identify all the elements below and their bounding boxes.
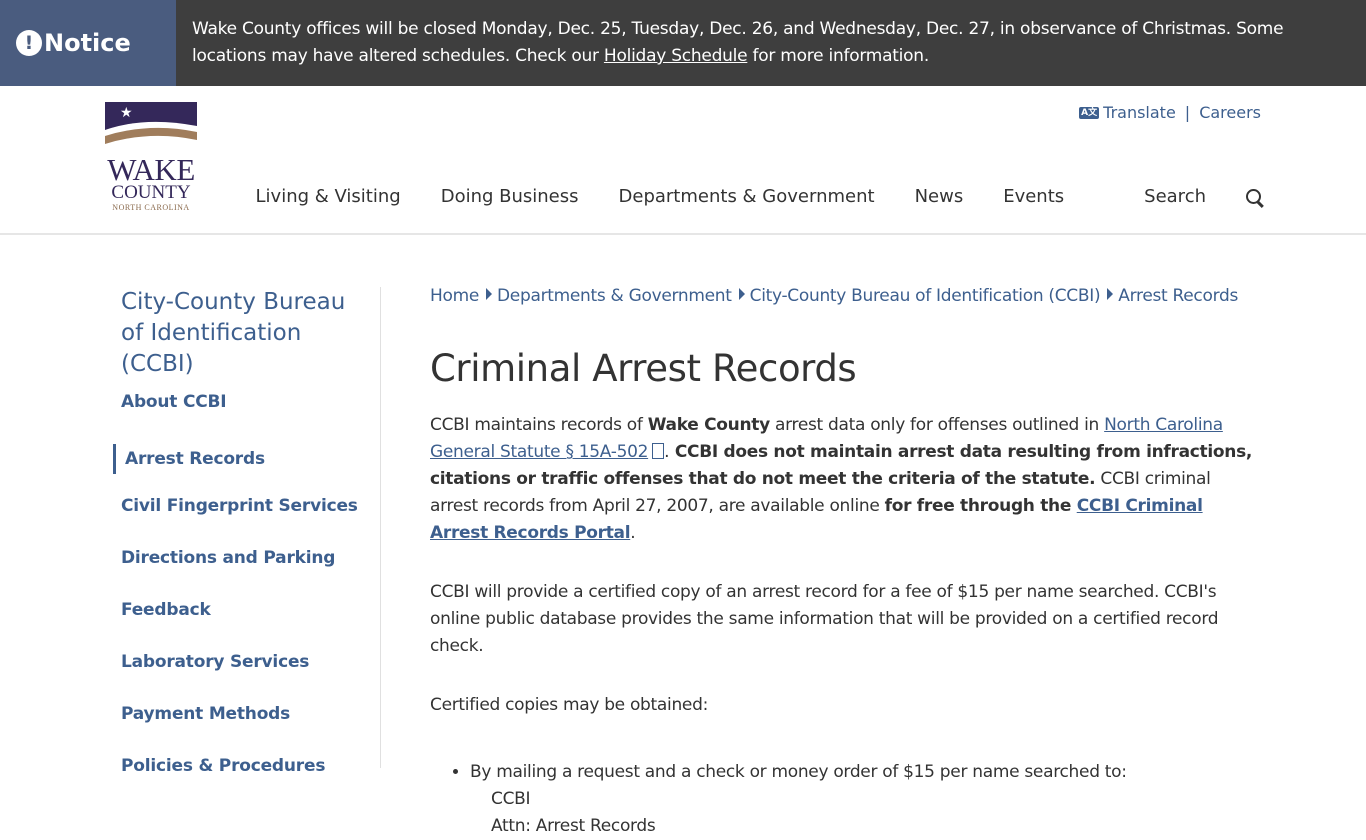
certified-copy-paragraph: CCBI will provide a certified copy of an… [430, 582, 1219, 656]
holiday-schedule-link[interactable]: Holiday Schedule [604, 46, 748, 66]
notice-label-text: Notice [44, 29, 131, 57]
logo-emblem: ★ [105, 102, 197, 148]
nav-living-visiting[interactable]: Living & Visiting [256, 186, 401, 207]
nav-doing-business[interactable]: Doing Business [441, 186, 579, 207]
pdf-icon [652, 443, 665, 459]
notice-text-after: for more information. [747, 46, 929, 66]
exclamation-icon: ! [16, 30, 42, 56]
address-line-1: CCBI [491, 789, 531, 809]
sidebar-item-policies-procedures[interactable]: Policies & Procedures [121, 756, 361, 808]
breadcrumb-home[interactable]: Home [430, 286, 479, 306]
careers-link[interactable]: Careers [1199, 103, 1261, 122]
certified-copies-intro: Certified copies may be obtained: [430, 695, 708, 715]
p1-text-2: arrest data only for offenses outlined i… [769, 415, 1105, 435]
address-line-2: Attn: Arrest Records [491, 816, 656, 836]
notice-text: Wake County offices will be closed Monda… [176, 0, 1366, 86]
notice-banner: ! Notice Wake County offices will be clo… [0, 0, 1366, 86]
sidebar-divider [380, 287, 381, 768]
main-nav: Living & Visiting Doing Business Departm… [216, 186, 1261, 207]
page-title: Criminal Arrest Records [430, 347, 857, 390]
nav-search-button[interactable]: Search [1104, 186, 1261, 207]
logo-north-carolina: NORTH CAROLINA [112, 203, 190, 212]
p1-bold-1: Wake County [647, 415, 770, 435]
p1-text-1: CCBI maintains records of [430, 415, 648, 435]
sidebar-item-feedback[interactable]: Feedback [121, 600, 361, 652]
main-content: Home Departments & Government City-County … [430, 286, 1260, 840]
translate-icon: A文 [1079, 106, 1100, 119]
sidebar-title[interactable]: City-County Bureau of Identification (CC… [121, 287, 361, 380]
nav-departments-government[interactable]: Departments & Government [619, 186, 875, 207]
utility-nav: A文 Translate | Careers [1079, 103, 1261, 122]
sidebar-item-payment-methods[interactable]: Payment Methods [121, 704, 361, 756]
p1-text-4: . [630, 523, 636, 543]
breadcrumb: Home Departments & Government City-County … [430, 286, 1260, 306]
wake-county-logo[interactable]: ★ WAKE COUNTY NORTH CAROLINA [105, 102, 197, 220]
section-sidebar: City-County Bureau of Identification (CC… [113, 287, 361, 808]
sidebar-item-arrest-records[interactable]: Arrest Records [113, 444, 361, 474]
sidebar-item-civil-fingerprint[interactable]: Civil Fingerprint Services [121, 496, 361, 548]
nav-news[interactable]: News [915, 186, 964, 207]
chevron-right-icon [1107, 288, 1114, 300]
nav-search-label: Search [1144, 186, 1206, 207]
breadcrumb-ccbi[interactable]: City-County Bureau of Identification (CC… [750, 286, 1101, 306]
breadcrumb-departments[interactable]: Departments & Government [497, 286, 732, 306]
intro-paragraph: CCBI maintains records of Wake County ar… [430, 415, 1253, 543]
star-icon: ★ [120, 105, 133, 121]
list-item: By mailing a request and a check or mone… [470, 759, 1260, 840]
p1-bold-3: for free through the [884, 496, 1077, 516]
sidebar-item-laboratory-services[interactable]: Laboratory Services [121, 652, 361, 704]
list-item-text: By mailing a request and a check or mone… [470, 762, 1127, 782]
breadcrumb-arrest-records[interactable]: Arrest Records [1118, 286, 1238, 306]
utility-separator: | [1184, 103, 1191, 122]
logo-county: COUNTY [111, 182, 191, 203]
chevron-right-icon [738, 288, 745, 300]
chevron-right-icon [486, 288, 493, 300]
nav-events[interactable]: Events [1003, 186, 1064, 207]
obtain-methods-list: By mailing a request and a check or mone… [430, 759, 1260, 840]
search-icon [1246, 189, 1261, 204]
sidebar-item-directions-parking[interactable]: Directions and Parking [121, 548, 361, 600]
logo-wake: WAKE [107, 152, 195, 187]
notice-label: ! Notice [0, 0, 176, 86]
translate-link[interactable]: Translate [1103, 103, 1176, 122]
site-header: ★ WAKE COUNTY NORTH CAROLINA A文 Translat… [0, 86, 1366, 235]
sidebar-item-about-ccbi[interactable]: About CCBI [121, 392, 361, 444]
